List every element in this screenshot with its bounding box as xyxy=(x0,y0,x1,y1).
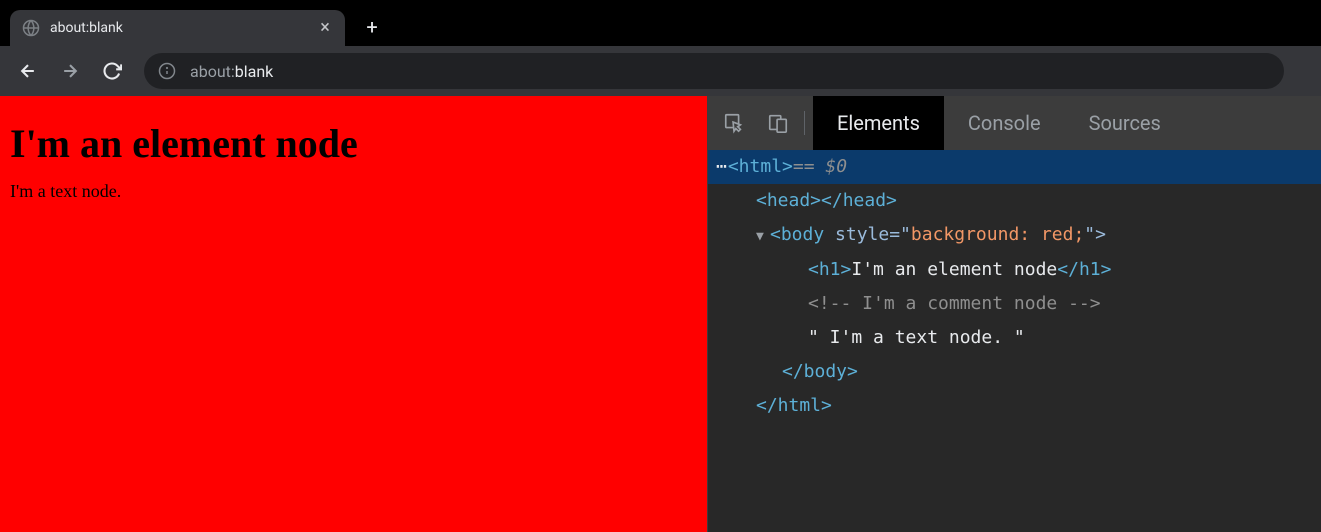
divider xyxy=(804,111,805,135)
dom-node-text[interactable]: " I'm a text node. " xyxy=(708,321,1321,355)
browser-tab[interactable]: about:blank × xyxy=(10,10,345,46)
inspect-icon xyxy=(723,112,745,134)
dom-node-head[interactable]: <head></head> xyxy=(708,184,1321,218)
url-host: blank xyxy=(235,62,274,81)
tab-title: about:blank xyxy=(50,20,317,36)
page-heading: I'm an element node xyxy=(10,120,697,167)
inspect-button[interactable] xyxy=(716,105,752,141)
dom-tree[interactable]: ⋯<html> == $0 <head></head> ▼<body style… xyxy=(708,150,1321,532)
reload-icon xyxy=(102,61,122,81)
html-tag: <html> xyxy=(728,150,793,184)
device-toggle-button[interactable] xyxy=(760,105,796,141)
tab-console[interactable]: Console xyxy=(944,96,1065,150)
chevron-down-icon[interactable]: ▼ xyxy=(756,225,770,250)
url-scheme: about: xyxy=(190,62,235,81)
globe-icon xyxy=(22,19,40,37)
page-viewport: I'm an element node I'm a text node. xyxy=(0,96,707,532)
device-icon xyxy=(767,112,789,134)
ellipsis-icon: ⋯ xyxy=(716,150,728,184)
info-icon xyxy=(158,62,176,80)
tab-bar: about:blank × + xyxy=(0,0,1321,46)
tab-sources[interactable]: Sources xyxy=(1065,96,1185,150)
address-bar[interactable]: about:blank xyxy=(144,53,1284,89)
tab-elements[interactable]: Elements xyxy=(813,96,944,150)
arrow-left-icon xyxy=(18,61,38,81)
forward-button[interactable] xyxy=(52,53,88,89)
arrow-right-icon xyxy=(60,61,80,81)
dom-node-comment[interactable]: <!-- I'm a comment node --> xyxy=(708,287,1321,321)
content-area: I'm an element node I'm a text node. Ele… xyxy=(0,96,1321,532)
toolbar: about:blank xyxy=(0,46,1321,96)
close-tab-icon[interactable]: × xyxy=(317,20,333,36)
dom-node-h1[interactable]: <h1>I'm an element node</h1> xyxy=(708,253,1321,287)
dom-node-body-close[interactable]: </body> xyxy=(708,355,1321,389)
selected-marker: == $0 xyxy=(793,150,847,184)
back-button[interactable] xyxy=(10,53,46,89)
reload-button[interactable] xyxy=(94,53,130,89)
dom-node-html-close[interactable]: </html> xyxy=(708,389,1321,423)
page-text: I'm a text node. xyxy=(10,181,697,202)
new-tab-button[interactable]: + xyxy=(357,12,387,42)
dom-node-body-open[interactable]: ▼<body style="background: red;"> xyxy=(708,218,1321,252)
devtools-header: Elements Console Sources xyxy=(708,96,1321,150)
devtools-panel: Elements Console Sources ⋯<html> == $0 <… xyxy=(707,96,1321,532)
dom-node-html[interactable]: ⋯<html> == $0 xyxy=(708,150,1321,184)
